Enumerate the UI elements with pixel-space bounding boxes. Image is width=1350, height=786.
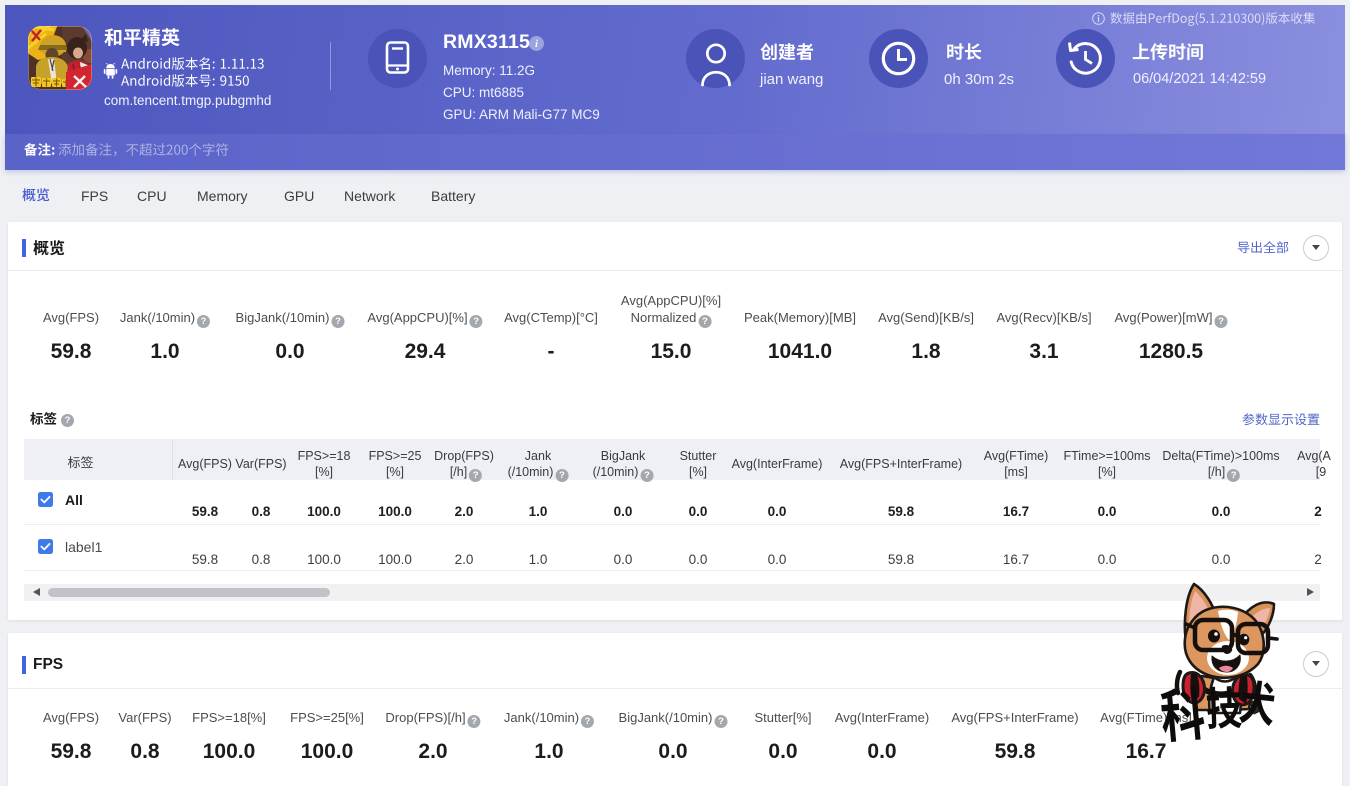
svg-text:i: i <box>535 39 538 50</box>
